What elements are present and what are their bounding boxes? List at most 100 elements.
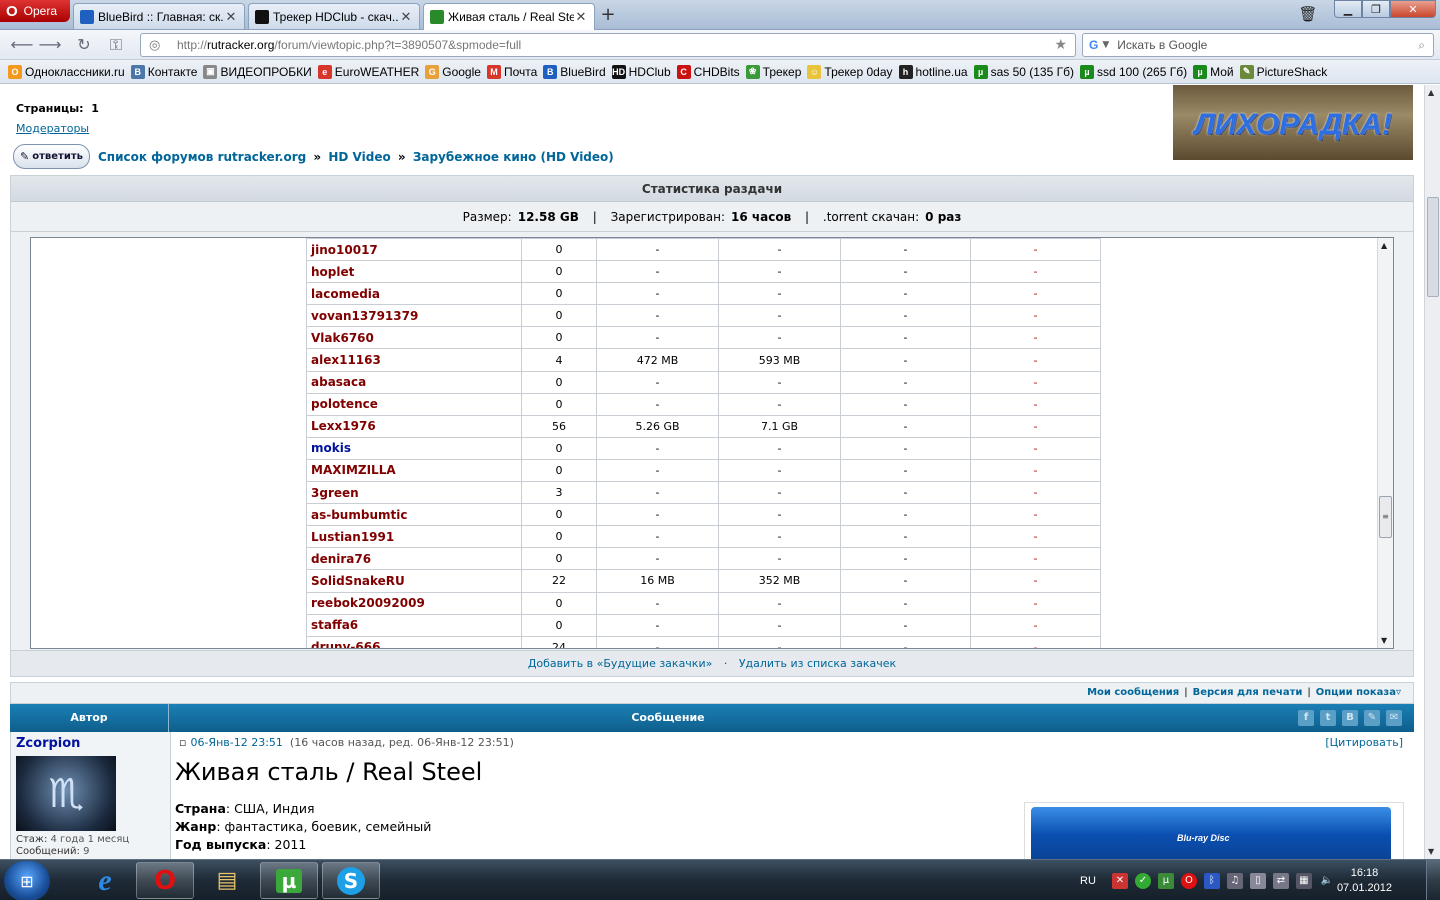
scroll-thumb[interactable]: ≡ <box>1379 496 1392 538</box>
bookmark-item[interactable]: ☺ Трекер 0day <box>807 64 893 79</box>
device-icon[interactable]: ▯ <box>1249 872 1266 889</box>
bookmark-item[interactable]: e EuroWEATHER <box>317 64 419 79</box>
peers-scrollbar[interactable]: ▲ ≡ ▼ <box>1377 238 1393 648</box>
opera-tray-icon[interactable]: O <box>1180 872 1197 889</box>
show-desktop-button[interactable] <box>1426 860 1440 900</box>
close-tab-icon[interactable]: ✕ <box>574 9 588 25</box>
breadcrumb-hd-video[interactable]: HD Video <box>328 150 390 164</box>
utorrent-tray-icon[interactable]: µ <box>1157 872 1174 889</box>
audio-device-icon[interactable]: ♫ <box>1226 872 1243 889</box>
bookmark-star-icon[interactable]: ★ <box>1054 37 1067 53</box>
scroll-up-icon[interactable]: ▲ <box>1428 88 1434 97</box>
antivirus-icon[interactable]: ✕ <box>1111 872 1128 889</box>
peer-name[interactable]: hoplet <box>306 260 522 284</box>
usb-icon[interactable]: ⇄ <box>1272 872 1289 889</box>
clock[interactable]: 16:18 07.01.2012 <box>1337 866 1392 896</box>
bookmark-item[interactable]: ❀ Трекер <box>745 64 801 79</box>
close-tab-icon[interactable]: ✕ <box>399 9 413 25</box>
ad-banner[interactable]: ЛИХОРАДКА! <box>1173 85 1413 160</box>
url-input[interactable]: ◎ http://rutracker.org/forum/viewtopic.p… <box>140 33 1076 57</box>
scroll-thumb[interactable] <box>1427 197 1439 297</box>
peer-name[interactable]: jino10017 <box>306 238 522 262</box>
reply-button[interactable]: ✎ ответить <box>13 144 90 169</box>
internet-explorer-icon[interactable]: e <box>76 862 134 899</box>
livejournal-icon[interactable]: ✎ <box>1364 710 1380 726</box>
twitter-icon[interactable]: t <box>1320 710 1336 726</box>
remove-list-link[interactable]: Удалить из списка закачек <box>739 657 896 670</box>
bluetooth-icon[interactable]: ᛒ <box>1203 872 1220 889</box>
opera-menu-button[interactable]: O Opera <box>0 0 70 22</box>
bookmark-item[interactable]: µ ssd 100 (265 Гб) <box>1079 64 1187 79</box>
new-tab-plus-icon[interactable]: + <box>598 5 618 25</box>
moderators-link[interactable]: Модераторы <box>16 122 89 135</box>
start-button[interactable]: ⊞ <box>4 861 50 900</box>
peer-name[interactable]: staffa6 <box>306 613 522 637</box>
peer-name[interactable]: Lustian1991 <box>306 525 522 549</box>
bookmark-item[interactable]: О Одноклассники.ru <box>8 64 125 79</box>
tab-bluebird[interactable]: BlueBird :: Главная: ск... ✕ <box>73 3 245 29</box>
close-window-button[interactable]: ✕ <box>1390 0 1436 18</box>
bookmark-item[interactable]: HD HDClub <box>611 64 671 79</box>
bookmark-item[interactable]: h hotline.ua <box>898 64 968 79</box>
chevron-down-icon[interactable]: ▿ <box>1396 687 1401 698</box>
peer-name[interactable]: polotence <box>306 392 522 416</box>
my-messages-link[interactable]: Мои сообщения <box>1087 687 1179 698</box>
peer-name[interactable]: denira76 <box>306 547 522 571</box>
back-arrow-icon[interactable]: ⟵ <box>10 34 34 56</box>
scroll-up-icon[interactable]: ▲ <box>1381 241 1387 250</box>
scroll-down-icon[interactable]: ▼ <box>1381 636 1387 645</box>
peer-name[interactable]: druny-666 <box>306 635 522 648</box>
peers-list[interactable]: jino10017 0- - - - hoplet 0- - - - lacomedia 0- - - - v… <box>30 237 1394 649</box>
mail-ru-icon[interactable]: ✉ <box>1386 710 1402 726</box>
bookmark-item[interactable]: M Почта <box>486 64 537 79</box>
tab-real-steel[interactable]: Живая сталь / Real Ste... ✕ <box>423 3 595 30</box>
close-tab-icon[interactable]: ✕ <box>224 9 238 25</box>
peer-name[interactable]: vovan13791379 <box>306 304 522 328</box>
scroll-down-icon[interactable]: ▼ <box>1428 847 1434 856</box>
breadcrumb-forums[interactable]: Список форумов rutracker.org <box>98 150 306 164</box>
peer-name[interactable]: mokis <box>306 436 522 460</box>
skype-icon[interactable]: S <box>322 862 380 899</box>
bookmark-item[interactable]: µ sas 50 (135 Гб) <box>973 64 1074 79</box>
add-future-link[interactable]: Добавить в «Будущие закачки» <box>528 657 713 670</box>
peer-name[interactable]: alex11163 <box>306 348 522 372</box>
peer-name[interactable]: 3green <box>306 481 522 505</box>
bookmark-item[interactable]: B BlueBird <box>543 64 606 79</box>
print-version-link[interactable]: Версия для печати <box>1193 687 1303 698</box>
peer-name[interactable]: abasaca <box>306 370 522 394</box>
tab-hdclub[interactable]: Трекер HDClub - скач... ✕ <box>248 3 420 29</box>
peer-name[interactable]: Lexx1976 <box>306 414 522 438</box>
key-icon[interactable]: ⚿ <box>104 34 128 56</box>
breadcrumb-foreign-films[interactable]: Зарубежное кино (HD Video) <box>413 150 614 164</box>
peer-name[interactable]: lacomedia <box>306 282 522 306</box>
peer-name[interactable]: Vlak6760 <box>306 326 522 350</box>
maximize-button[interactable]: ❐ <box>1362 0 1390 18</box>
search-icon[interactable]: ⌕ <box>1418 38 1425 53</box>
vkontakte-icon[interactable]: B <box>1342 710 1358 726</box>
trash-icon[interactable]: 🗑 <box>1296 4 1320 24</box>
bookmark-item[interactable]: G Google <box>425 64 481 79</box>
author-name[interactable]: Zcorpion <box>16 736 80 751</box>
facebook-icon[interactable]: f <box>1298 710 1314 726</box>
chevron-down-icon[interactable]: ▼ <box>1102 40 1109 50</box>
peer-name[interactable]: SolidSnakeRU <box>306 569 522 593</box>
peer-name[interactable]: MAXIMZILLA <box>306 458 522 483</box>
explorer-folder-icon[interactable]: ▤ <box>198 862 256 899</box>
search-input[interactable]: G ▼ Искать в Google ⌕ <box>1082 33 1434 57</box>
peer-name[interactable]: as-bumbumtic <box>306 503 522 527</box>
bookmark-item[interactable]: ▣ ВИДЕОПРОБКИ <box>203 64 312 79</box>
bookmark-item[interactable]: C CHDBits <box>676 64 740 79</box>
post-date-link[interactable]: 06-Янв-12 23:51 <box>190 736 282 749</box>
bookmark-item[interactable]: µ Мой <box>1193 64 1234 79</box>
bookmark-item[interactable]: В Контакте <box>130 64 197 79</box>
language-indicator[interactable]: RU <box>1080 875 1096 887</box>
bookmark-item[interactable]: ✎ PictureShack <box>1239 64 1327 79</box>
minimize-button[interactable]: ▁ <box>1334 0 1362 18</box>
volume-icon[interactable]: 🔈 <box>1319 873 1335 889</box>
quote-button[interactable]: [Цитировать] <box>1325 736 1403 749</box>
page-scrollbar[interactable]: ▲ ▼ <box>1424 85 1440 859</box>
peer-name[interactable]: reebok20092009 <box>306 591 522 615</box>
utorrent-icon[interactable]: µ <box>260 862 318 899</box>
forward-arrow-icon[interactable]: ⟶ <box>38 34 62 56</box>
display-options-link[interactable]: Опции показа <box>1316 687 1396 698</box>
